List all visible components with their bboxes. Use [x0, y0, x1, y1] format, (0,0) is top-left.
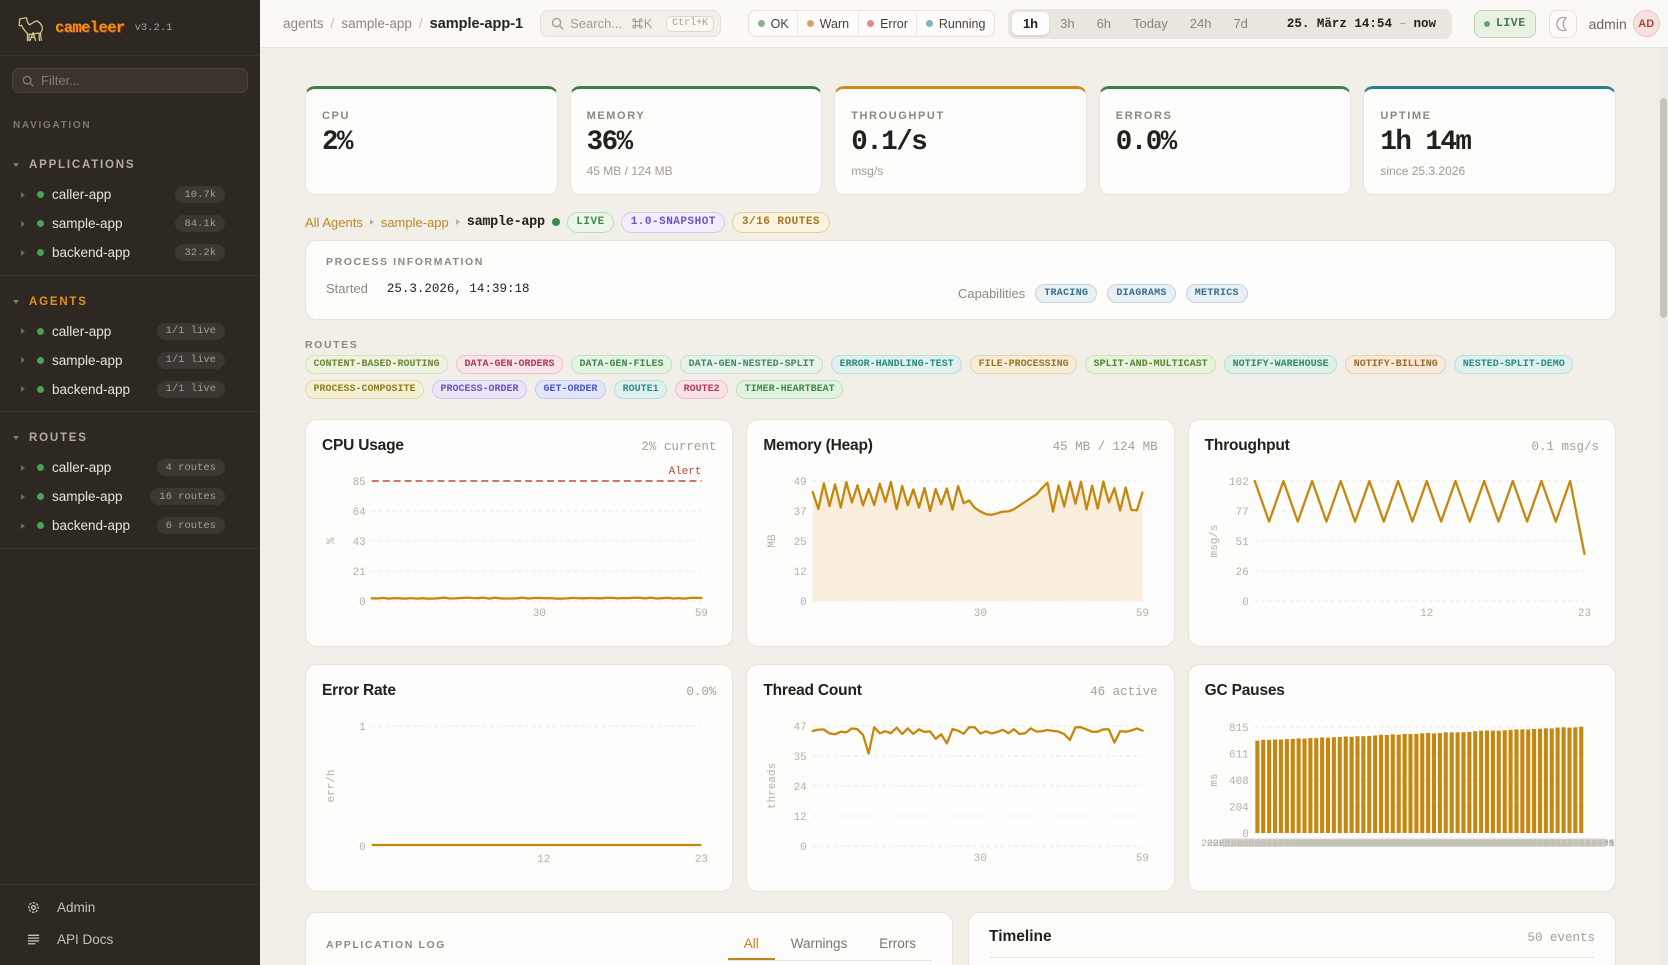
svg-text:12: 12 [1420, 608, 1433, 620]
svg-text:25: 25 [794, 537, 807, 549]
svg-text:26: 26 [1235, 567, 1248, 579]
svg-text:23: 23 [1578, 608, 1591, 620]
svg-text:59: 59 [695, 608, 708, 620]
svg-text:30: 30 [974, 608, 987, 620]
svg-text:47: 47 [794, 722, 807, 734]
svg-text:0: 0 [801, 842, 808, 854]
svg-text:MB: MB [767, 534, 779, 548]
svg-text:611: 611 [1229, 749, 1249, 761]
svg-text:0: 0 [1242, 597, 1249, 609]
svg-text:59: 59 [1136, 853, 1149, 865]
svg-text:12: 12 [794, 812, 807, 824]
svg-text:21: 21 [353, 567, 367, 579]
svg-text:1: 1 [359, 722, 366, 734]
svg-text:0: 0 [359, 842, 366, 854]
svg-text:204: 204 [1229, 802, 1249, 814]
svg-text:64: 64 [353, 507, 367, 519]
svg-text:59: 59 [1136, 608, 1149, 620]
svg-text:msg/s: msg/s [1209, 525, 1221, 558]
svg-text:43: 43 [353, 537, 366, 549]
svg-text:12: 12 [537, 854, 550, 866]
svg-text:77: 77 [1235, 507, 1248, 519]
svg-text:102: 102 [1229, 477, 1249, 489]
svg-text:35: 35 [794, 752, 807, 764]
svg-text:85: 85 [353, 477, 366, 489]
svg-text:0: 0 [801, 597, 808, 609]
svg-text:30: 30 [533, 608, 546, 620]
svg-text:23: 23 [695, 854, 708, 866]
svg-text:0: 0 [359, 597, 366, 609]
svg-text:%: % [326, 537, 338, 544]
svg-text:51: 51 [1235, 537, 1249, 549]
svg-text:24: 24 [794, 782, 808, 794]
svg-text:12: 12 [794, 567, 807, 579]
svg-text:408: 408 [1229, 776, 1249, 788]
svg-text:815: 815 [1229, 723, 1249, 735]
svg-text:threads: threads [767, 763, 779, 809]
svg-text:err/h: err/h [326, 770, 338, 803]
svg-text:30: 30 [974, 853, 987, 865]
svg-text:49: 49 [794, 477, 807, 489]
svg-text:Alert: Alert [669, 466, 702, 478]
svg-text:ms: ms [1209, 773, 1221, 786]
svg-text:37: 37 [794, 507, 807, 519]
